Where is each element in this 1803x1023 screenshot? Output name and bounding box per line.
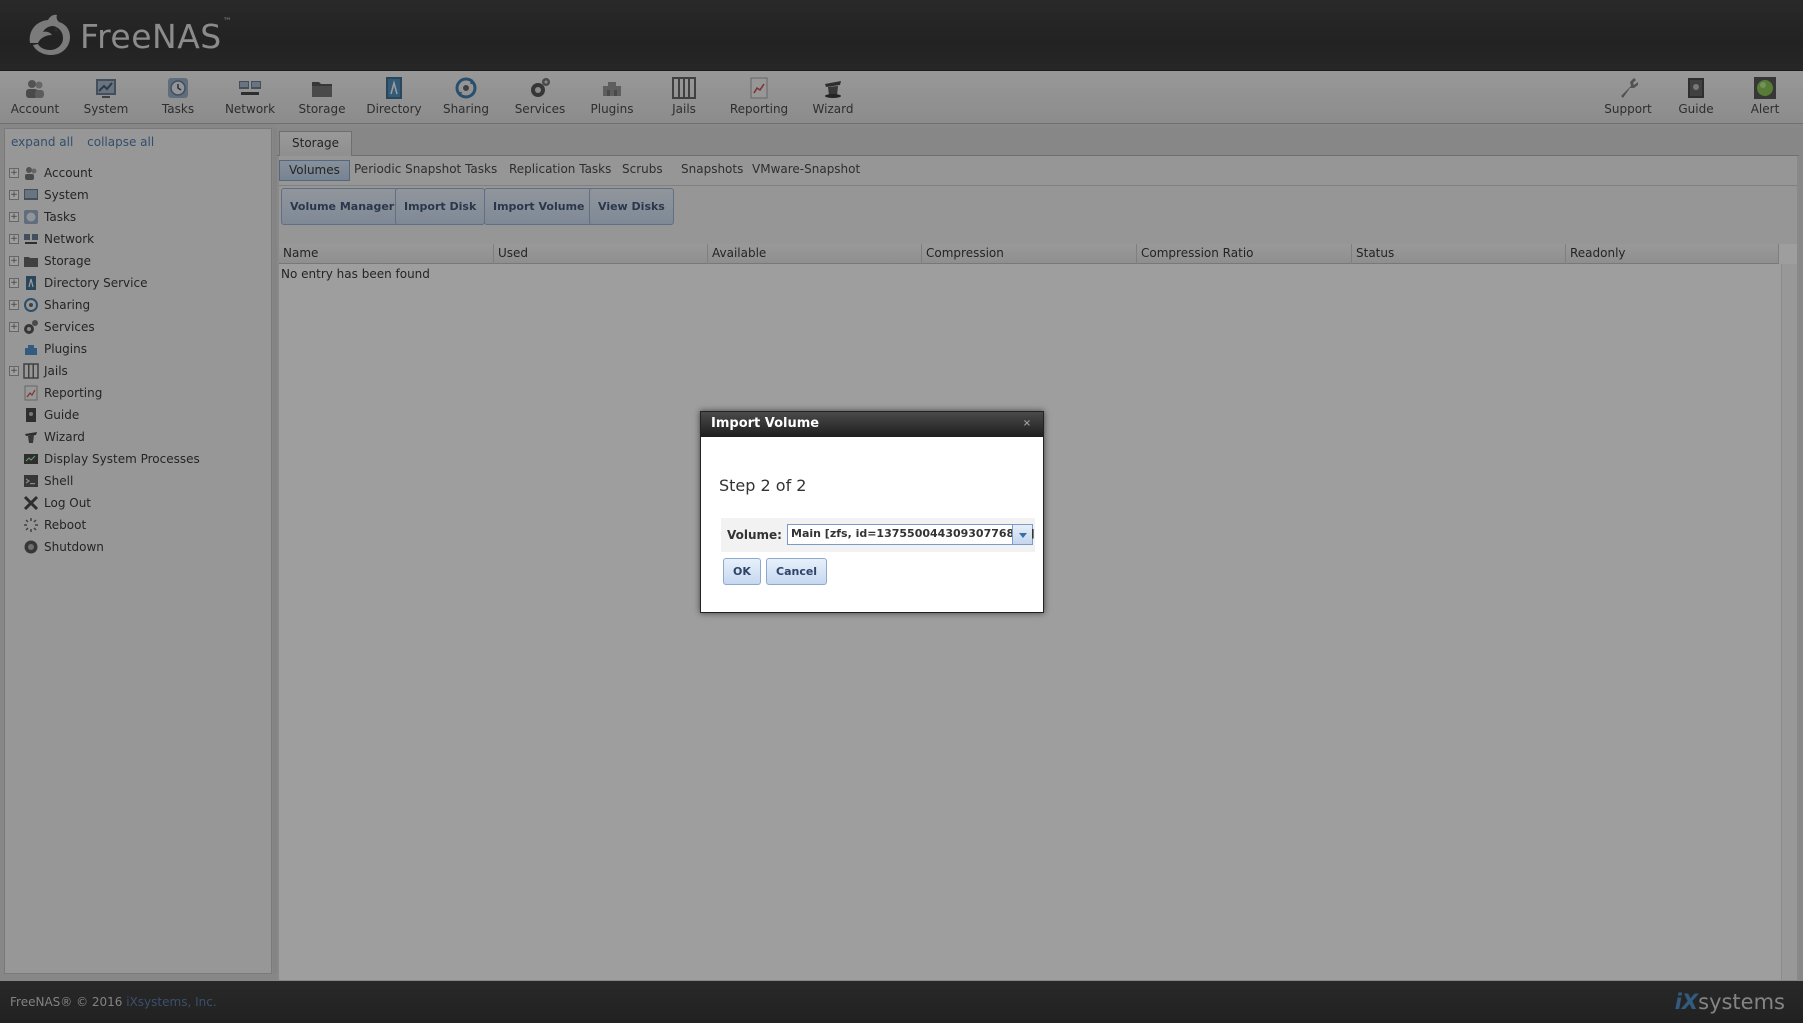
volume-field-row: Volume: Main [zfs, id=137550044309307768… bbox=[721, 518, 1035, 552]
volume-selected-value: Main [zfs, id=13755004430930776849] bbox=[791, 527, 1035, 540]
step-indicator: Step 2 of 2 bbox=[719, 476, 807, 495]
chevron-down-icon[interactable] bbox=[1012, 525, 1032, 544]
volume-label: Volume: bbox=[727, 528, 782, 542]
import-volume-dialog: Import Volume × Step 2 of 2 Volume: Main… bbox=[700, 411, 1044, 613]
close-icon[interactable]: × bbox=[1021, 418, 1033, 430]
dialog-title-bar: Import Volume × bbox=[701, 412, 1043, 437]
cancel-button[interactable]: Cancel bbox=[766, 558, 828, 585]
volume-select[interactable]: Main [zfs, id=13755004430930776849] bbox=[787, 524, 1035, 545]
ok-button[interactable]: OK bbox=[723, 558, 761, 585]
dialog-title: Import Volume bbox=[711, 416, 820, 431]
